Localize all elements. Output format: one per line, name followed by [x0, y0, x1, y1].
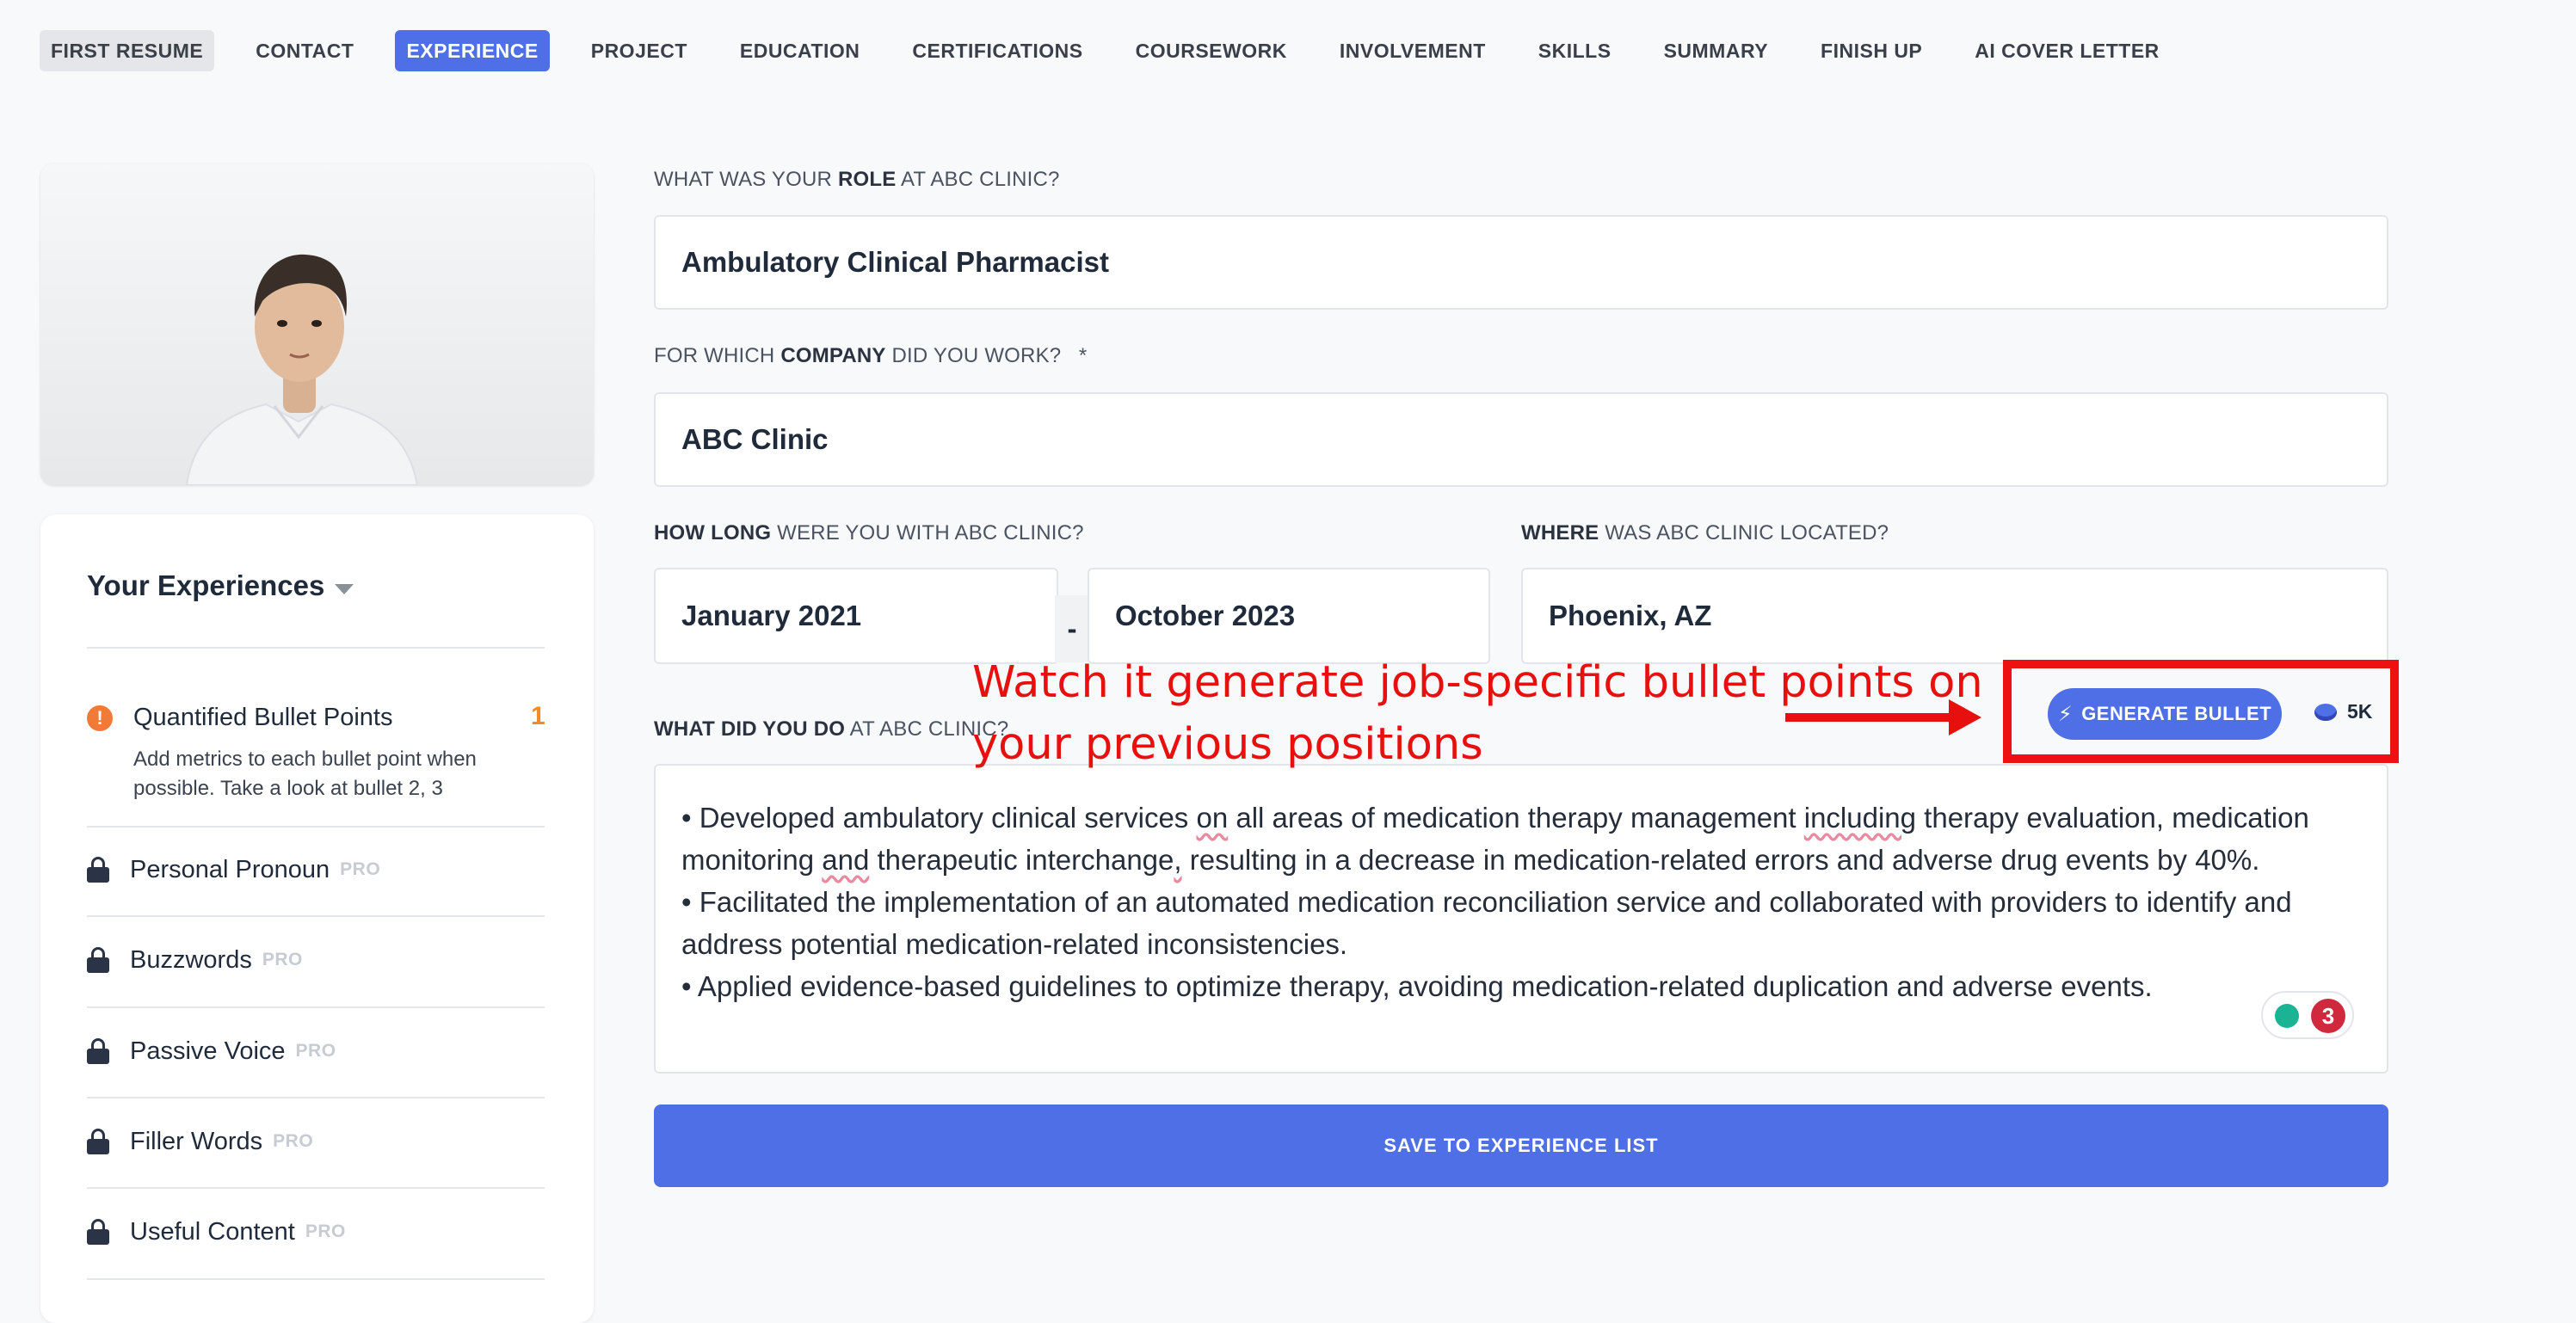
experiences-panel: Your Experiences ! Quantified Bullet Poi… [40, 514, 594, 1323]
divider [87, 647, 545, 649]
end-date-input[interactable]: October 2023 [1088, 568, 1490, 664]
sidebar-item-label: Useful Content [130, 1217, 295, 1246]
pro-badge: PRO [273, 1131, 314, 1151]
location-label: WHERE WAS ABC CLINIC LOCATED? [1521, 521, 1889, 545]
bullet-1: • Developed ambulatory clinical services… [681, 802, 2309, 876]
company-label: FOR WHICH COMPANY DID YOU WORK? * [654, 344, 1088, 367]
tab-skills[interactable]: SKILLS [1527, 30, 1623, 71]
divider [87, 1097, 545, 1098]
tab-coursework[interactable]: COURSEWORK [1125, 30, 1298, 71]
tab-summary[interactable]: SUMMARY [1653, 30, 1779, 71]
chevron-down-icon[interactable] [335, 584, 354, 594]
warning-icon: ! [87, 705, 113, 731]
quantified-bullets-title[interactable]: Quantified Bullet Points [133, 704, 392, 732]
assistant-issue-count: 3 [2311, 999, 2345, 1033]
bullet-3: • Applied evidence-based guidelines to o… [681, 970, 2153, 1002]
lock-icon [87, 1129, 109, 1154]
start-date-input[interactable]: January 2021 [654, 568, 1058, 664]
quantified-bullets-description: Add metrics to each bullet point when po… [133, 748, 477, 800]
pro-badge: PRO [340, 859, 381, 879]
pro-badge: PRO [262, 950, 303, 969]
lock-icon [87, 1219, 109, 1245]
writing-assistant-badge[interactable]: 3 [2261, 991, 2354, 1039]
sidebar-item-label: Buzzwords [130, 945, 252, 974]
location-input[interactable]: Phoenix, AZ [1521, 568, 2388, 664]
sidebar-item-filler-words[interactable]: Filler Words PRO [87, 1124, 313, 1159]
annotation-highlight-box [2003, 660, 2399, 763]
tab-ai-cover-letter[interactable]: AI COVER LETTER [1963, 30, 2171, 71]
sidebar-item-buzzwords[interactable]: Buzzwords PRO [87, 943, 303, 977]
duties-label: WHAT DID YOU DO AT ABC CLINIC? [654, 717, 1009, 741]
pro-badge: PRO [305, 1221, 346, 1241]
annotation-arrow-head [1949, 699, 1981, 735]
sidebar-item-label: Personal Pronoun [130, 855, 330, 883]
role-input[interactable]: Ambulatory Clinical Pharmacist [654, 215, 2388, 310]
save-to-experience-list-button[interactable]: SAVE TO EXPERIENCE LIST [654, 1105, 2388, 1187]
bullet-2: • Facilitated the implementation of an a… [681, 886, 2292, 960]
lock-icon [87, 857, 109, 883]
tab-project[interactable]: PROJECT [580, 30, 699, 71]
lightbulb-icon [2275, 1004, 2299, 1028]
duties-textarea[interactable]: • Developed ambulatory clinical services… [654, 764, 2388, 1074]
sidebar-item-label: Filler Words [130, 1127, 263, 1155]
company-input[interactable]: ABC Clinic [654, 392, 2388, 487]
sidebar-item-passive-voice[interactable]: Passive Voice PRO [87, 1034, 336, 1068]
divider [87, 826, 545, 828]
sidebar-item-personal-pronoun[interactable]: Personal Pronoun PRO [87, 852, 380, 887]
pro-badge: PRO [295, 1041, 336, 1061]
annotation-arrow [1785, 713, 1957, 722]
divider [87, 1278, 545, 1280]
tab-involvement[interactable]: INVOLVEMENT [1328, 30, 1497, 71]
divider [87, 1006, 545, 1008]
presenter-image [40, 163, 594, 485]
tab-contact[interactable]: CONTACT [244, 30, 365, 71]
lock-icon [87, 1038, 109, 1064]
sidebar-item-label: Passive Voice [130, 1037, 286, 1065]
divider [87, 915, 545, 917]
top-nav: FIRST RESUME CONTACT EXPERIENCE PROJECT … [40, 29, 2201, 72]
tab-experience[interactable]: EXPERIENCE [395, 30, 550, 71]
tab-finish-up[interactable]: FINISH UP [1809, 30, 1933, 71]
tab-education[interactable]: EDUCATION [729, 30, 872, 71]
tab-certifications[interactable]: CERTIFICATIONS [901, 30, 1094, 71]
role-label: WHAT WAS YOUR ROLE AT ABC CLINIC? [654, 168, 1060, 191]
tab-first-resume[interactable]: FIRST RESUME [40, 30, 215, 71]
quantified-bullets-count: 1 [531, 702, 545, 730]
experiences-title: Your Experiences [87, 569, 325, 601]
divider [87, 1187, 545, 1189]
duration-label: HOW LONG WERE YOU WITH ABC CLINIC? [654, 521, 1084, 545]
tutorial-video[interactable] [40, 163, 594, 485]
sidebar-item-useful-content[interactable]: Useful Content PRO [87, 1215, 346, 1249]
lock-icon [87, 947, 109, 973]
